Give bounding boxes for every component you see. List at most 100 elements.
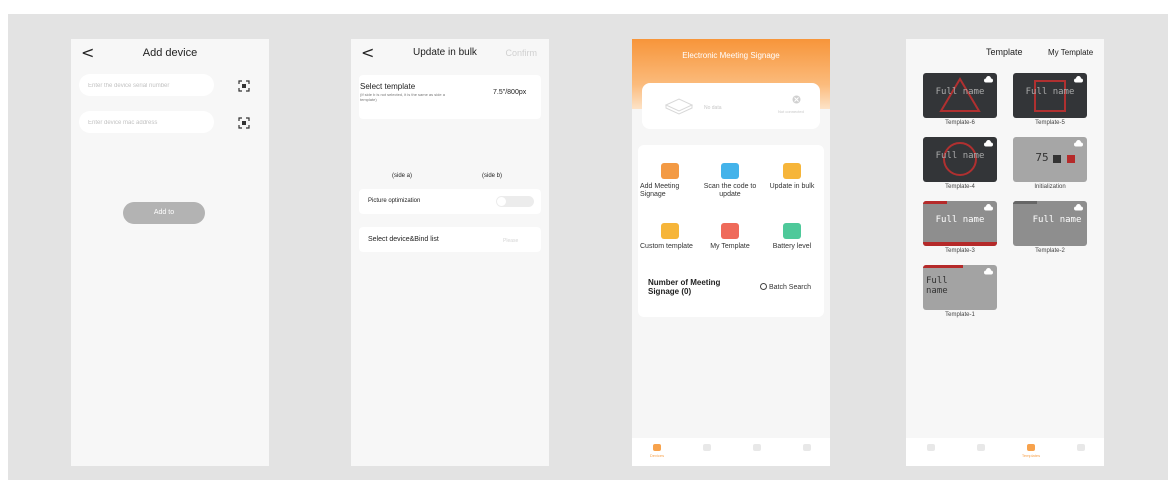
- tab-1[interactable]: [916, 444, 946, 453]
- cloud-download-icon[interactable]: [984, 204, 993, 211]
- side-b-label[interactable]: (side b): [482, 173, 502, 179]
- scan-icon[interactable]: [238, 80, 250, 92]
- cloud-download-icon[interactable]: [984, 76, 993, 83]
- template-name: Template-5: [1035, 120, 1065, 126]
- select-device-label: Select device&Bind list: [368, 236, 439, 243]
- template-preview-text: Full name: [926, 276, 948, 296]
- cloud-download-icon[interactable]: [1074, 140, 1083, 147]
- cloud-download-icon[interactable]: [1074, 76, 1083, 83]
- tab-2[interactable]: [692, 444, 722, 453]
- template-thumbnail: Full name: [1013, 73, 1087, 118]
- cloud-download-icon[interactable]: [984, 268, 993, 275]
- mac-address-input[interactable]: [79, 112, 214, 134]
- custom-template-icon: [661, 223, 679, 239]
- update-in-bulk-screen: < Update in bulk Confirm Select template…: [351, 39, 549, 466]
- scan-update-icon: [721, 163, 739, 179]
- black-block-icon: [1053, 155, 1061, 163]
- scan-icon[interactable]: [238, 117, 250, 129]
- menu-scan-update[interactable]: Scan the code to update: [700, 163, 760, 199]
- template-thumbnail: Full name: [923, 265, 997, 310]
- menu-label: Update in bulk: [769, 183, 815, 190]
- serial-number-input[interactable]: [79, 75, 214, 97]
- menu-update-in-bulk[interactable]: Update in bulk: [762, 163, 822, 191]
- menu-my-template[interactable]: My Template: [700, 223, 760, 251]
- menu-battery-level[interactable]: Battery level: [762, 223, 822, 251]
- batch-search-button[interactable]: Batch Search: [760, 283, 811, 291]
- side-a-label[interactable]: (side a): [392, 173, 412, 179]
- back-icon[interactable]: <: [361, 43, 374, 62]
- header-strip: [923, 201, 947, 204]
- tab-3[interactable]: [742, 444, 772, 453]
- device-outline-icon: [664, 98, 694, 115]
- tab-4[interactable]: [792, 444, 822, 453]
- template-preview-text: Full name: [1025, 87, 1075, 97]
- tab-templates[interactable]: Templates: [1016, 444, 1046, 458]
- cloud-download-icon[interactable]: [984, 140, 993, 147]
- red-block-icon: [1067, 155, 1075, 163]
- red-footer-bar: [923, 242, 997, 246]
- select-device-value: Please: [503, 238, 519, 244]
- bulk-update-icon: [783, 163, 801, 179]
- tab-icon: [703, 444, 711, 451]
- screenshot-canvas: < Add device Add to < Update in bulk Con…: [8, 14, 1168, 480]
- template-card[interactable]: Full name Template-4: [923, 137, 997, 190]
- template-name: Initialization: [1034, 184, 1066, 190]
- serial-number-field[interactable]: [79, 74, 214, 97]
- signage-status-card[interactable]: No data Not connected: [642, 83, 820, 129]
- template-name: Template-2: [1035, 248, 1065, 254]
- tab-label: Devices: [649, 453, 665, 458]
- no-data-text: No data: [704, 105, 722, 111]
- picture-optimization-label: Picture optimization: [368, 198, 421, 204]
- menu-label: Scan the code to update: [703, 183, 757, 199]
- template-screen: Template My Template Full name Template-…: [906, 39, 1104, 466]
- template-card[interactable]: Full name Template-6: [923, 73, 997, 126]
- tab-my-template[interactable]: My Template: [1048, 48, 1093, 57]
- search-icon: [760, 283, 767, 290]
- template-preview-text: Full name: [1032, 215, 1082, 225]
- select-template-label: Select template: [360, 82, 416, 91]
- template-card[interactable]: 75 Initialization: [1013, 137, 1087, 190]
- tab-label: Templates: [1021, 453, 1041, 458]
- template-thumbnail: Full name: [923, 73, 997, 118]
- templates-tab-icon: [1027, 444, 1035, 451]
- menu-label: Add Meeting Signage: [640, 183, 680, 199]
- picture-optimization-toggle[interactable]: [496, 196, 534, 207]
- menu-custom-template[interactable]: Custom template: [640, 223, 700, 251]
- tab-4[interactable]: [1066, 444, 1096, 453]
- battery-icon: [783, 223, 801, 239]
- template-card[interactable]: Full name Template-2: [1013, 201, 1087, 254]
- template-preview-text: Full name: [935, 215, 985, 225]
- meeting-signage-home-screen: Electronic Meeting Signage No data Not c…: [632, 39, 830, 466]
- signage-count: Number of Meeting Signage (0): [648, 278, 721, 297]
- add-signage-icon: [661, 163, 679, 179]
- template-card[interactable]: Full name Template-5: [1013, 73, 1087, 126]
- template-thumbnail: Full name: [923, 201, 997, 246]
- tab-icon: [977, 444, 985, 451]
- tab-icon: [803, 444, 811, 451]
- page-title: Update in bulk: [413, 47, 477, 58]
- template-preview-text: 75: [1035, 151, 1049, 164]
- template-name: Template-6: [945, 120, 975, 126]
- select-template-note: (If side b is not selected, it is the sa…: [360, 92, 445, 102]
- tab-devices[interactable]: Devices: [642, 444, 672, 458]
- mac-address-field[interactable]: [79, 111, 214, 134]
- nav-bar: < Add device: [71, 39, 269, 67]
- connection-status: Not connected: [778, 109, 804, 114]
- batch-search-label: Batch Search: [768, 284, 811, 291]
- menu-add-meeting-signage[interactable]: Add Meeting Signage: [640, 163, 700, 199]
- add-to-button[interactable]: Add to: [123, 202, 205, 224]
- template-name: Template-4: [945, 184, 975, 190]
- tab-2[interactable]: [966, 444, 996, 453]
- header-strip: [923, 265, 963, 268]
- tab-template[interactable]: Template: [986, 47, 1023, 57]
- template-preview-text: Full name: [935, 151, 985, 161]
- template-card[interactable]: Full name Template-3: [923, 201, 997, 254]
- template-card[interactable]: Full name Template-1: [923, 265, 997, 318]
- menu-label: Battery level: [772, 243, 812, 250]
- confirm-button[interactable]: Confirm: [505, 48, 537, 58]
- template-preview-text: Full name: [935, 87, 985, 97]
- my-template-icon: [721, 223, 739, 239]
- menu-label: My Template: [710, 243, 750, 250]
- nav-bar: < Update in bulk Confirm: [351, 39, 549, 67]
- cloud-download-icon[interactable]: [1074, 204, 1083, 211]
